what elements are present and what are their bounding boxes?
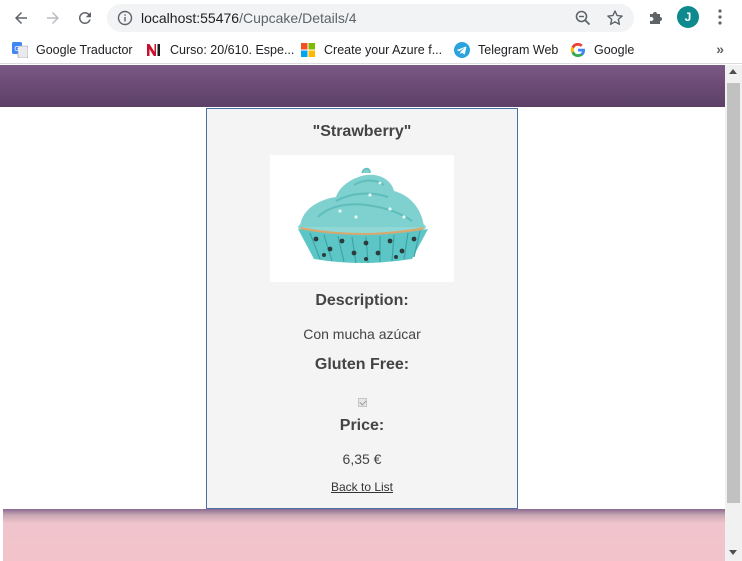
bookmark-label: Create your Azure f... [324, 43, 443, 57]
google-icon [570, 42, 585, 58]
back-to-list-link[interactable]: Back to List [207, 480, 517, 494]
cupcake-details-card: "Strawberry" Description: Con mucha azúc… [206, 108, 518, 509]
telegram-icon [454, 42, 470, 58]
description-label: Description: [315, 292, 409, 309]
cupcake-image [270, 155, 454, 282]
url-path: /Cupcake/Details/4 [239, 10, 357, 26]
profile-avatar[interactable]: J [677, 6, 699, 28]
url-text[interactable]: localhost:55476/Cupcake/Details/4 [141, 10, 357, 26]
info-icon[interactable] [117, 10, 133, 26]
cupcake-name: "Strawberry" [312, 123, 412, 140]
vertical-scrollbar[interactable] [725, 65, 742, 561]
site-header-band [0, 65, 725, 107]
reload-icon [78, 11, 91, 24]
scroll-up-arrow-icon[interactable] [729, 69, 737, 74]
extensions-puzzle-icon[interactable] [647, 8, 665, 26]
site-footer-band [3, 509, 725, 561]
bookmark-curso[interactable]: Curso: 20/610. Espe... [146, 41, 294, 59]
description-value: Con mucha azúcar [303, 326, 421, 342]
microsoft-icon [301, 43, 315, 57]
svg-text:G: G [14, 45, 19, 53]
price-label: Price: [339, 417, 385, 434]
arrow-right-icon [47, 12, 59, 24]
zoom-icon[interactable] [574, 9, 592, 27]
scroll-down-arrow-icon[interactable] [729, 550, 737, 555]
bookmark-label: Google Traductor [36, 43, 133, 57]
bookmarks-more-button[interactable]: » [716, 41, 724, 57]
bookmark-google-traductor[interactable]: G Google Traductor [12, 41, 133, 59]
menu-kebab-icon[interactable] [711, 8, 729, 26]
ni-icon [147, 44, 160, 56]
bookmarks-bar: G Google Traductor Curso: 20/610. Espe..… [0, 35, 742, 64]
forward-button[interactable] [41, 6, 65, 30]
bookmark-label: Telegram Web [478, 43, 559, 57]
cupcake-illustration [298, 167, 428, 264]
browser-toolbar: localhost:55476/Cupcake/Details/4 J [0, 0, 742, 35]
price-value: 6,35 € [342, 451, 382, 467]
back-button[interactable] [9, 6, 33, 30]
url-host: localhost:55476 [141, 10, 240, 26]
arrow-left-icon [15, 12, 27, 24]
star-bookmark-icon[interactable] [606, 9, 624, 27]
google-translate-icon: G [12, 42, 28, 58]
gluten-free-label: Gluten Free: [314, 356, 410, 373]
bookmark-telegram[interactable]: Telegram Web [454, 41, 558, 59]
reload-button[interactable] [73, 6, 97, 30]
address-bar[interactable]: localhost:55476/Cupcake/Details/4 [107, 4, 634, 32]
bookmark-google[interactable]: Google [570, 41, 634, 59]
gluten-free-checkbox [358, 398, 367, 407]
bookmark-azure[interactable]: Create your Azure f... [300, 41, 442, 59]
page-viewport: "Strawberry" Description: Con mucha azúc… [0, 65, 742, 561]
scrollbar-thumb[interactable] [727, 83, 740, 503]
bookmark-label: Curso: 20/610. Espe... [170, 43, 295, 57]
bookmark-label: Google [594, 43, 635, 57]
